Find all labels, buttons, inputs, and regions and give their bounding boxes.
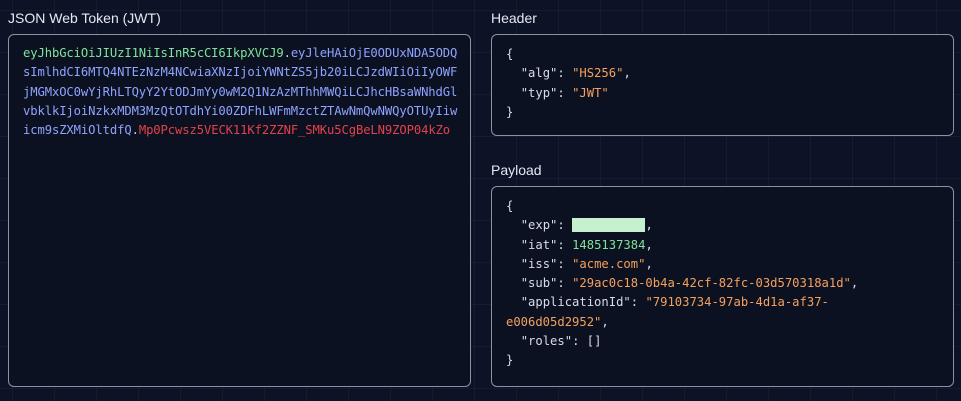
header-section-title: Header <box>491 10 537 26</box>
token-signature-segment: Mp0Pcwsz5VECK11Kf2ZZNF_SMKu5CgBeLN9ZOP04… <box>138 123 451 138</box>
json-key-application-id: "applicationId" <box>520 295 631 310</box>
json-value-iat: 1485137384 <box>572 237 646 252</box>
jwt-section-title: JSON Web Token (JWT) <box>8 10 161 26</box>
json-value-sub: "29ac0c18-0b4a-42cf-82fc-03d570318a1d" <box>572 276 851 291</box>
json-value-iss: "acme.com" <box>572 256 646 271</box>
token-separator: . <box>283 46 291 60</box>
json-value-application-id-continued: e006d05d2952" <box>506 314 602 329</box>
json-key-exp: "exp" <box>520 218 558 233</box>
token-separator: . <box>131 123 139 138</box>
header-json-panel[interactable]: { "alg": "HS256", "typ": "JWT" } <box>491 34 954 136</box>
json-value-alg: "HS256" <box>572 66 624 81</box>
json-key-alg: "alg" <box>520 66 558 81</box>
payload-json-panel[interactable]: { "exp": 1485140984, "iat": 1485137384, … <box>491 186 954 387</box>
json-open-brace: { <box>506 47 514 61</box>
token-header-segment: eyJhbGciOiJIUzI1NiIsInR5cCI6IkpXVCJ9 <box>23 46 284 60</box>
json-value-roles: [] <box>586 334 602 349</box>
json-key-typ: "typ" <box>520 85 558 100</box>
json-key-iss: "iss" <box>520 256 558 271</box>
json-key-iat: "iat" <box>520 237 558 252</box>
json-open-brace: { <box>506 199 514 213</box>
payload-json[interactable]: { "exp": 1485140984, "iat": 1485137384, … <box>506 197 858 371</box>
json-value-typ: "JWT" <box>572 85 609 100</box>
jwt-token-text[interactable]: eyJhbGciOiJIUzI1NiIsInR5cCI6IkpXVCJ9.eyJ… <box>23 44 463 140</box>
jwt-token-editor[interactable]: eyJhbGciOiJIUzI1NiIsInR5cCI6IkpXVCJ9.eyJ… <box>8 34 471 387</box>
json-close-brace: } <box>506 353 514 368</box>
json-close-brace: } <box>506 104 514 119</box>
header-json[interactable]: { "alg": "HS256", "typ": "JWT" } <box>506 45 631 122</box>
json-value-application-id: "79103734-97ab-4d1a-af37- <box>645 295 829 310</box>
json-key-sub: "sub" <box>520 276 558 291</box>
json-value-exp-highlighted[interactable]: 1485140984 <box>572 218 646 233</box>
json-key-roles: "roles" <box>520 334 573 349</box>
payload-section-title: Payload <box>491 162 542 178</box>
